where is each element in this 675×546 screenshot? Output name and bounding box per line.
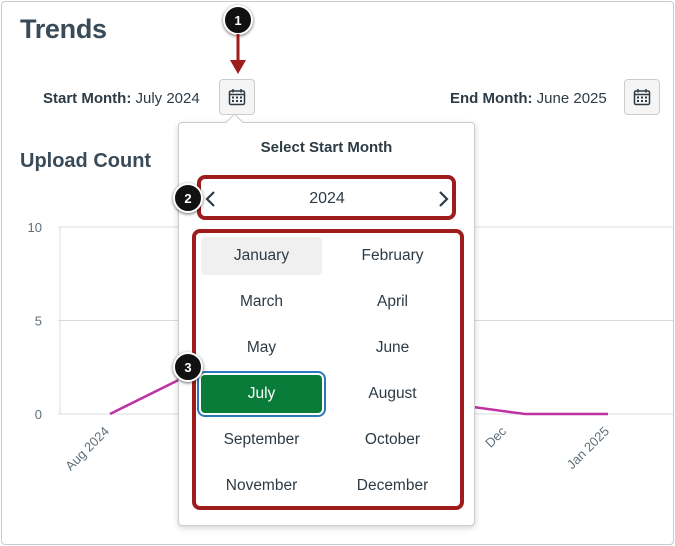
chevron-right-icon	[439, 191, 449, 207]
start-month-caption: Start Month:	[43, 90, 132, 107]
x-tick-label: Dec	[482, 423, 509, 450]
month-july[interactable]: July	[201, 375, 322, 413]
month-june[interactable]: June	[332, 329, 453, 367]
month-picker-popover: Select Start Month 2024 January February…	[178, 122, 475, 526]
calendar-icon	[228, 89, 246, 106]
month-january[interactable]: January	[201, 237, 322, 275]
month-august[interactable]: August	[332, 375, 453, 413]
month-grid: January February March April May June Ju…	[199, 233, 455, 509]
start-month-calendar-button[interactable]	[219, 79, 255, 115]
callout-2: 2	[173, 183, 203, 213]
start-month-value: July 2024	[135, 90, 200, 107]
upload-count-title: Upload Count	[20, 150, 152, 172]
x-tick-label: Jan 2025	[564, 424, 612, 472]
month-december[interactable]: December	[332, 467, 453, 505]
x-tick-label: Aug 2024	[62, 424, 112, 474]
page-title: Trends	[20, 14, 107, 44]
calendar-icon	[633, 89, 651, 106]
start-month-label: Start Month: July 2024	[43, 90, 200, 107]
callout-1: 1	[223, 5, 253, 35]
y-tick-label: 0	[35, 407, 42, 422]
end-month-value: June 2025	[536, 90, 607, 107]
y-tick-label: 10	[28, 220, 42, 235]
popover-title: Select Start Month	[260, 139, 393, 156]
month-march[interactable]: March	[201, 283, 322, 321]
callout-1-arrow	[230, 34, 246, 74]
month-april[interactable]: April	[332, 283, 453, 321]
end-month-label: End Month: June 2025	[450, 90, 607, 107]
month-november[interactable]: November	[201, 467, 322, 505]
chevron-left-icon	[205, 191, 215, 207]
year-navigation: 2024	[199, 177, 455, 221]
end-month-caption: End Month:	[450, 90, 533, 107]
month-september[interactable]: September	[201, 421, 322, 459]
y-tick-label: 5	[35, 314, 42, 329]
month-may[interactable]: May	[201, 329, 322, 367]
next-year-button[interactable]	[431, 187, 455, 211]
month-february[interactable]: February	[332, 237, 453, 275]
callout-3: 3	[173, 352, 203, 382]
month-october[interactable]: October	[332, 421, 453, 459]
end-month-calendar-button[interactable]	[624, 79, 660, 115]
year-label: 2024	[309, 190, 345, 207]
